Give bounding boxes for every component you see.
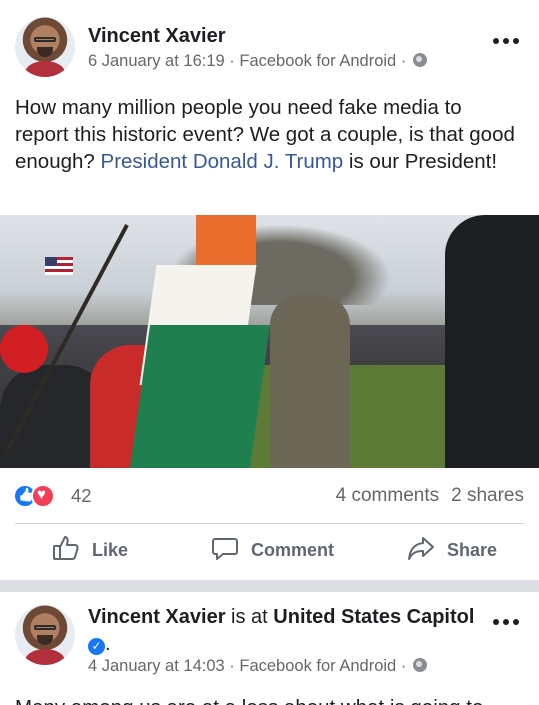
author-name[interactable]: Vincent Xavier (88, 25, 225, 47)
shares-count[interactable]: 2 shares (451, 485, 524, 506)
like-button[interactable]: Like (52, 528, 128, 573)
love-reaction-icon (31, 484, 55, 508)
meta-separator: · (229, 657, 235, 675)
post-meta: 4 January at 14:03 · Facebook for Androi… (88, 657, 427, 676)
post-text: Many among us are at a loss about what i… (15, 694, 515, 705)
meta-separator: · (400, 657, 407, 675)
reaction-count: 42 (71, 485, 92, 506)
share-button[interactable]: Share (407, 528, 497, 573)
comment-label: Comment (251, 540, 335, 560)
comment-bubble-icon (211, 534, 239, 567)
divider (15, 523, 524, 524)
author-avatar[interactable] (15, 605, 75, 665)
comment-button[interactable]: Comment (211, 528, 334, 573)
more-options-icon[interactable] (493, 38, 519, 46)
post-timestamp[interactable]: 6 January at 16:19 (88, 52, 225, 70)
post-timestamp[interactable]: 4 January at 14:03 (88, 657, 225, 675)
more-options-icon[interactable] (493, 619, 519, 627)
location-link[interactable]: United States Capitol (273, 606, 474, 628)
meta-separator: · (229, 52, 235, 70)
post-text: How many million people you need fake me… (15, 94, 515, 175)
verified-line: ✓. (88, 633, 111, 656)
action-bar: Like Comment Share (0, 528, 539, 573)
post-stats: 4 comments 2 shares (336, 484, 524, 508)
post-card: Vincent Xavier is at United States Capit… (0, 592, 539, 705)
comments-count[interactable]: 4 comments (336, 485, 439, 506)
meta-separator: · (400, 52, 407, 70)
author-name[interactable]: Vincent Xavier (88, 606, 225, 628)
like-label: Like (92, 540, 129, 560)
post-source: Facebook for Android (239, 52, 397, 70)
globe-icon (412, 658, 427, 672)
post-photo[interactable] (0, 215, 539, 468)
post-text-part: is our President! (343, 150, 498, 173)
share-arrow-icon (407, 534, 435, 567)
author-avatar[interactable] (15, 17, 75, 77)
post-meta: 6 January at 16:19 · Facebook for Androi… (88, 52, 427, 71)
post-card: Vincent Xavier 6 January at 16:19 · Face… (0, 0, 539, 580)
post-source: Facebook for Android (239, 657, 397, 675)
globe-icon (412, 53, 427, 67)
is-at-text: is at (225, 606, 274, 628)
trailing-period: . (105, 633, 111, 655)
tagged-page-link[interactable]: President Donald J. Trump (101, 150, 344, 173)
author-name-line: Vincent Xavier (88, 25, 225, 48)
author-name-line: Vincent Xavier is at United States Capit… (88, 606, 474, 629)
share-label: Share (447, 540, 498, 560)
thumbs-up-icon (52, 534, 80, 567)
verified-check-icon: ✓ (88, 638, 105, 655)
